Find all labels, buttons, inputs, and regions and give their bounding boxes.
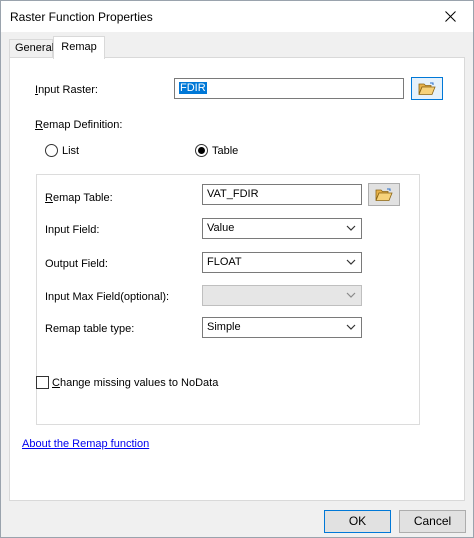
tab-remap[interactable]: Remap [53,36,105,59]
remap-tab-panel: Input Raster: FDIR Remap Definition: Lis… [9,57,465,501]
remap-type-value: Simple [207,321,241,333]
dialog-window: Raster Function Properties General Remap… [0,0,474,538]
ok-button[interactable]: OK [324,510,391,533]
nodata-checkbox-label[interactable]: Change missing values to NoData [52,377,218,389]
chevron-down-icon [346,225,356,231]
remap-table-field[interactable]: VAT_FDIR [202,184,362,205]
table-radio[interactable] [195,144,208,157]
input-raster-label-text: nput Raster: [38,84,98,96]
cancel-button[interactable]: Cancel [399,510,466,533]
input-field-value: Value [207,222,235,234]
remap-definition-label: Remap Definition: [35,119,123,131]
title-bar: Raster Function Properties [1,1,473,32]
tab-general[interactable]: General [9,39,54,58]
list-radio[interactable] [45,144,58,157]
input-raster-label: Input Raster: [35,84,98,96]
input-raster-value: FDIR [179,82,207,94]
chevron-down-icon [346,259,356,265]
output-field-label: Output Field: [45,258,108,270]
input-max-field-label: Input Max Field(optional): [45,291,170,303]
input-field-combo[interactable]: Value [202,218,362,239]
remap-table-label: Remap Table: [45,192,113,204]
open-folder-icon [375,188,393,201]
input-raster-browse-button[interactable] [411,77,443,100]
table-radio-label[interactable]: Table [212,145,238,157]
remap-table-browse-button[interactable] [368,183,400,206]
close-button[interactable] [427,1,473,32]
chevron-down-icon [346,292,356,298]
open-folder-icon [418,82,436,95]
nodata-checkbox[interactable] [36,376,49,389]
output-field-value: FLOAT [207,256,242,268]
input-field-label: Input Field: [45,224,100,236]
window-title: Raster Function Properties [10,10,153,24]
remap-table-value: VAT_FDIR [207,188,259,200]
input-raster-field[interactable]: FDIR [174,78,404,99]
list-radio-label[interactable]: List [62,145,79,157]
close-icon [444,11,456,22]
output-field-combo[interactable]: FLOAT [202,252,362,273]
remap-type-label: Remap table type: [45,323,135,335]
input-max-field-combo[interactable] [202,285,362,306]
remap-type-combo[interactable]: Simple [202,317,362,338]
chevron-down-icon [346,324,356,330]
about-remap-link[interactable]: About the Remap function [22,438,149,450]
